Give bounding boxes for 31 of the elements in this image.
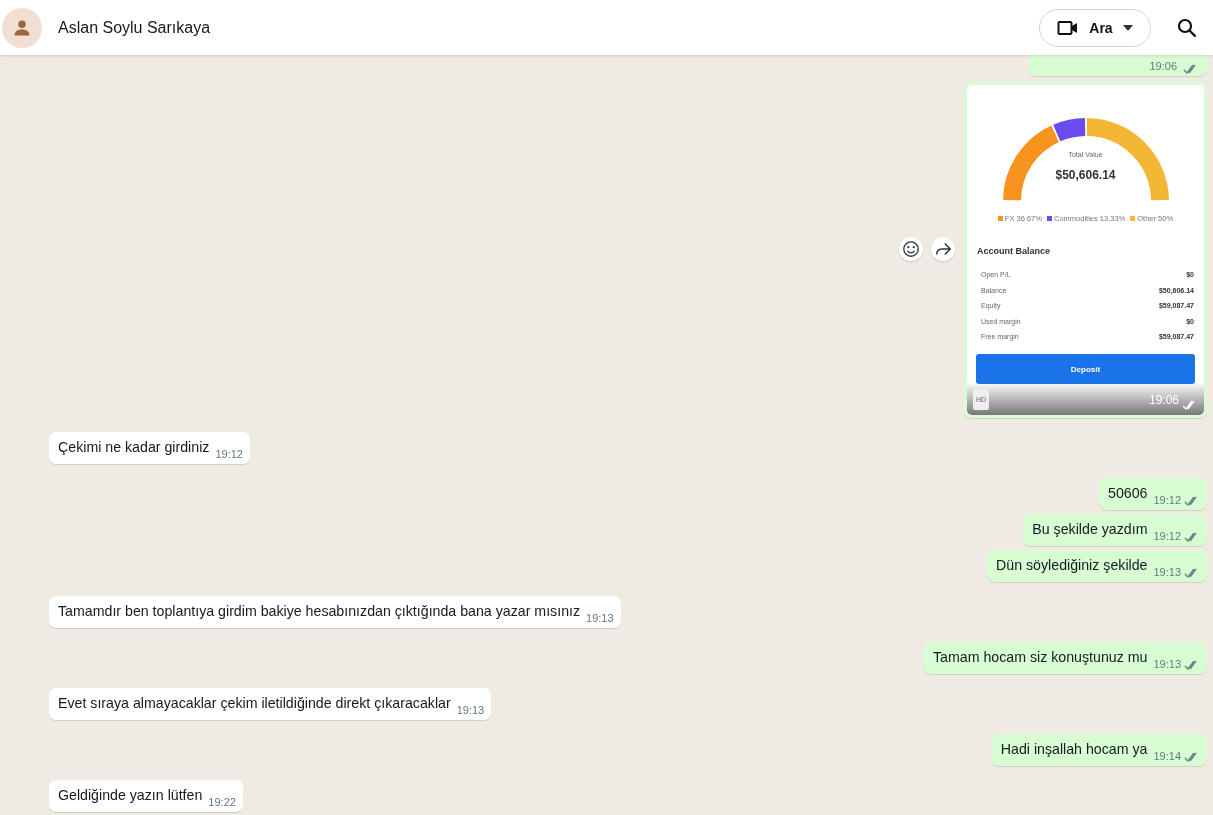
message-text: Tamam hocam siz konuştunuz mu [933,648,1148,667]
message-text: Bu şekilde yazdım [1032,520,1148,539]
forward-icon[interactable] [931,237,955,261]
message-time: 19:06 [1149,59,1177,74]
message-time: 19:12 [215,447,243,462]
message-time: 19:13 [1153,657,1181,672]
message-text: 50606 [1108,484,1148,503]
video-camera-icon [1057,19,1080,36]
message-text: Evet sıraya almayacaklar çekim iletildiğinde direkt çıkaracaklar [58,694,451,713]
message-text: Geldiğinde yazın lütfen [58,786,203,805]
message-text: Hadi inşallah hocam ya [1000,740,1148,759]
message-time: 19:13 [586,611,614,626]
emoji-icon[interactable] [899,237,923,261]
message-time: 19:14 [1153,749,1181,764]
message-text: Dün söylediğiniz şekilde [996,556,1148,575]
avatar-icon[interactable] [2,7,42,48]
section-title: Account Balance [977,245,1052,258]
contact-name[interactable]: Aslan Soylu Sarıkaya [58,18,211,37]
deposit-button: Deposit [976,354,1195,384]
message-time: 19:06 [1148,392,1179,409]
message-time: 19:12 [1153,493,1181,508]
message-time: 19:12 [1153,529,1181,544]
message-time: 19:13 [456,703,485,718]
message-text: Çekimi ne kadar girdiniz [58,438,210,457]
caret-icon [1122,24,1133,31]
call-button[interactable]: Ara [1039,8,1151,47]
total-value: $50,606.14 [1055,167,1116,184]
search-icon[interactable] [1177,17,1197,38]
message-time: 19:13 [1153,565,1181,580]
message-time: 19:22 [208,795,236,810]
message-text: Tamamdır ben toplantıya girdim bakiye hesabınızdan çıktığında bana yazar mısınız [58,602,581,621]
